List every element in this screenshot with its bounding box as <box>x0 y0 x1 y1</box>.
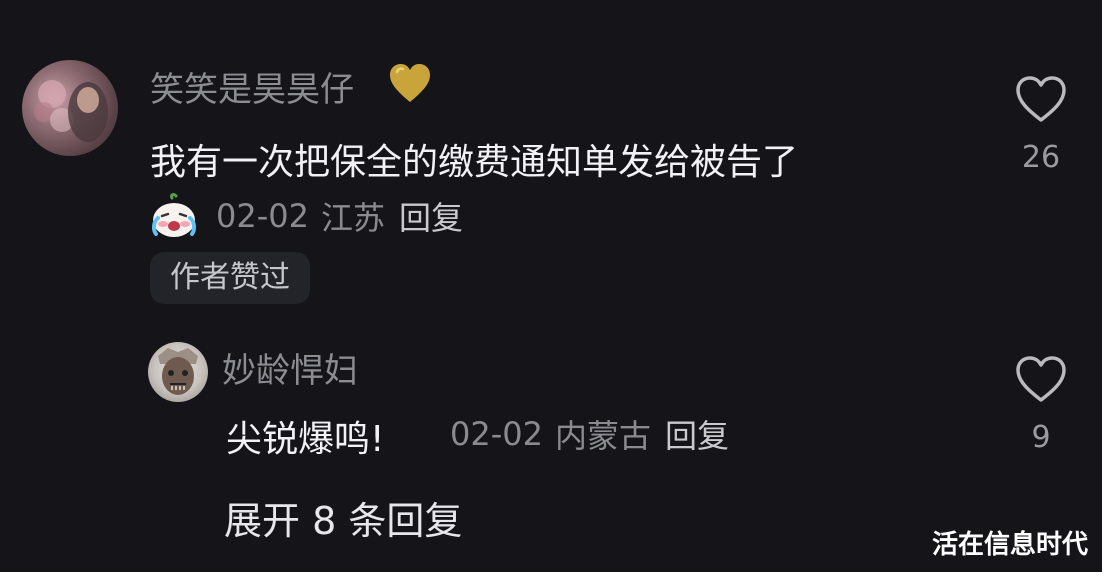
heart-outline-icon[interactable] <box>1014 354 1068 404</box>
comment-author-name[interactable]: 笑笑是昊昊仔 <box>150 62 354 111</box>
reply-date: 02-02 <box>450 415 543 453</box>
like-button[interactable]: 9 <box>1001 354 1081 455</box>
author-liked-badge: 作者赞过 <box>150 252 310 304</box>
watermark: 活在信息时代 <box>931 530 1088 560</box>
like-count: 9 <box>1031 420 1051 455</box>
avatar-photo <box>34 80 108 142</box>
reply-location: 内蒙古 <box>554 417 651 455</box>
avatar-photo <box>158 348 198 395</box>
comment-meta: 02-02 江苏 回复 <box>150 192 463 240</box>
comment-text: 我有一次把保全的缴费通知单发给被告了 <box>150 142 799 183</box>
reply-author-name[interactable]: 妙龄悍妇 <box>222 343 358 392</box>
expand-replies-button[interactable]: 展开 8 条回复 <box>224 490 462 545</box>
reply-meta: 02-02 内蒙古 回复 <box>450 411 729 457</box>
comment-location: 江苏 <box>320 199 385 237</box>
gold-heart-icon <box>390 64 430 102</box>
reply-button[interactable]: 回复 <box>399 193 463 239</box>
reply-button[interactable]: 回复 <box>665 411 729 457</box>
avatar[interactable] <box>148 342 208 402</box>
like-button[interactable]: 26 <box>1001 74 1081 175</box>
comment-panel: 笑笑是昊昊仔 我有一次把保全的缴费通知单发给被告了 02-02 江苏 回复 作者… <box>0 0 1102 572</box>
crying-laughing-sticker-icon <box>151 193 197 237</box>
like-count: 26 <box>1021 140 1061 175</box>
comment-date: 02-02 <box>216 197 309 235</box>
heart-outline-icon[interactable] <box>1014 74 1068 124</box>
reply-text: 尖锐爆鸣! <box>226 419 385 460</box>
avatar[interactable] <box>22 60 118 156</box>
